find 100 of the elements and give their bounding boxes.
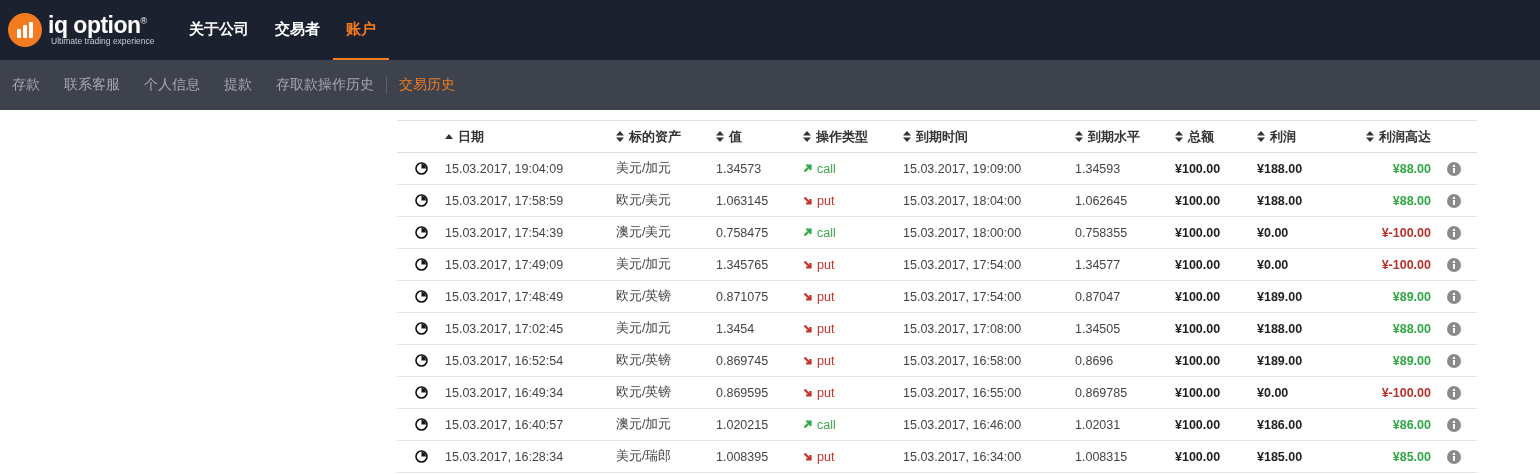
table-cell-text: 1.008315 — [1075, 449, 1129, 464]
table-cell-text: 15.03.2017, 17:48:49 — [445, 289, 565, 304]
trade-type: put — [817, 321, 835, 336]
table-cell-text: ¥0.00 — [1257, 385, 1290, 400]
table-cell-text: 15.03.2017, 16:55:00 — [903, 385, 1023, 400]
table-cell-text: ¥-100.00 — [1380, 225, 1431, 240]
table-cell-text: ¥100.00 — [1175, 161, 1222, 176]
trade-type: put — [817, 449, 835, 464]
table-cell-text: ¥188.00 — [1257, 161, 1304, 176]
table-cell-text: 美元/加元 — [616, 320, 673, 337]
info-icon[interactable] — [1447, 417, 1461, 432]
table-cell-text: 美元/瑞郎 — [616, 448, 673, 465]
table-cell-text: 美元/加元 — [616, 256, 673, 273]
sub-nav-tab[interactable]: 个人信息 — [132, 76, 212, 94]
column-header[interactable]: 操作类型 — [816, 127, 868, 146]
clock-icon — [414, 450, 428, 463]
table-cell-text: ¥88.00 — [1391, 321, 1431, 336]
info-icon[interactable] — [1447, 353, 1461, 368]
table-cell-text: 15.03.2017, 17:54:00 — [903, 289, 1023, 304]
sub-nav-tab[interactable]: 联系客服 — [52, 76, 132, 94]
column-header[interactable]: 值 — [729, 127, 742, 146]
table-cell-text: 15.03.2017, 17:49:09 — [445, 257, 565, 272]
clock-icon — [414, 322, 428, 335]
table-cell-text: ¥100.00 — [1175, 289, 1222, 304]
table-cell-text: 欧元/美元 — [616, 192, 673, 209]
table-cell-text: ¥88.00 — [1391, 193, 1431, 208]
table-cell-text: 15.03.2017, 16:58:00 — [903, 353, 1023, 368]
clock-icon — [414, 258, 428, 271]
table-cell-text: 0.87047 — [1075, 289, 1122, 304]
trade-type: call — [817, 161, 836, 176]
table-cell-text: ¥189.00 — [1257, 353, 1304, 368]
info-icon[interactable] — [1447, 289, 1461, 304]
table-cell-text: ¥100.00 — [1175, 193, 1222, 208]
info-icon[interactable] — [1447, 225, 1461, 240]
table-cell-text: ¥88.00 — [1391, 161, 1431, 176]
table-cell-text: ¥189.00 — [1257, 289, 1304, 304]
column-header[interactable]: 标的资产 — [629, 127, 681, 146]
info-icon[interactable] — [1447, 193, 1461, 208]
trade-type: call — [817, 417, 836, 432]
sub-nav-tab[interactable]: 存款 — [0, 76, 52, 94]
table-cell-text: 1.02031 — [1075, 417, 1122, 432]
table-cell-text: ¥185.00 — [1257, 449, 1304, 464]
table-cell-text: 0.869595 — [716, 385, 770, 400]
info-icon[interactable] — [1447, 161, 1461, 176]
table-cell-text: ¥85.00 — [1391, 449, 1431, 464]
clock-icon — [414, 290, 428, 303]
table-cell-text: ¥0.00 — [1257, 257, 1290, 272]
table-cell-text: ¥89.00 — [1391, 289, 1431, 304]
trade-type: put — [817, 289, 835, 304]
info-icon[interactable] — [1447, 321, 1461, 336]
table-cell-text: 澳元/美元 — [616, 224, 673, 241]
table-cell-text: 15.03.2017, 16:46:00 — [903, 417, 1023, 432]
table-cell-text: ¥100.00 — [1175, 257, 1222, 272]
clock-icon — [414, 226, 428, 239]
table-cell-text: 15.03.2017, 16:52:54 — [445, 353, 565, 368]
table-cell-text: 1.020215 — [716, 417, 770, 432]
table-cell-text: ¥-100.00 — [1380, 385, 1431, 400]
trade-type: put — [817, 257, 835, 272]
table-cell-text: 1.34573 — [716, 161, 763, 176]
column-header[interactable]: 到期时间 — [916, 127, 968, 146]
table-cell-text: ¥100.00 — [1175, 353, 1222, 368]
column-header[interactable]: 利润高达 — [1379, 127, 1431, 146]
info-icon[interactable] — [1447, 385, 1461, 400]
table-cell-text: ¥0.00 — [1257, 225, 1290, 240]
column-header[interactable]: 利润 — [1270, 127, 1296, 146]
main-nav-tab[interactable]: 关于公司 — [176, 0, 263, 60]
table-cell-text: 1.34577 — [1075, 257, 1122, 272]
table-cell-text: 15.03.2017, 18:00:00 — [903, 225, 1023, 240]
table-cell-text: 0.758355 — [1075, 225, 1129, 240]
sub-nav-tab[interactable]: 提款 — [212, 76, 264, 94]
table-cell-text: 0.869745 — [716, 353, 770, 368]
column-header[interactable]: 总额 — [1188, 127, 1214, 146]
table-cell-text: ¥100.00 — [1175, 225, 1222, 240]
info-icon[interactable] — [1447, 449, 1461, 464]
table-cell-text: ¥-100.00 — [1380, 257, 1431, 272]
info-icon[interactable] — [1447, 257, 1461, 272]
table-cell-text: 1.3454 — [716, 321, 756, 336]
column-header[interactable]: 到期水平 — [1088, 127, 1140, 146]
clock-icon — [414, 386, 428, 399]
clock-icon — [414, 354, 428, 367]
sub-nav-tab[interactable]: 存取款操作历史 — [264, 76, 386, 94]
table-cell-text: 1.34593 — [1075, 161, 1122, 176]
table-cell-text: 0.758475 — [716, 225, 770, 240]
table-cell-text: 1.345765 — [716, 257, 770, 272]
table-cell-text: ¥100.00 — [1175, 321, 1222, 336]
table-cell-text: 欧元/英镑 — [616, 384, 673, 401]
table-cell-text: 0.869785 — [1075, 385, 1129, 400]
table-cell-text: 15.03.2017, 17:08:00 — [903, 321, 1023, 336]
table-cell-text: 欧元/英镑 — [616, 288, 673, 305]
table-cell-text: 15.03.2017, 17:02:45 — [445, 321, 565, 336]
column-header[interactable]: 日期 — [458, 127, 484, 146]
bar-chart-logo-icon — [8, 13, 42, 47]
sub-nav-tab[interactable]: 交易历史 — [387, 76, 467, 94]
clock-icon — [414, 418, 428, 431]
table-cell-text: ¥100.00 — [1175, 449, 1222, 464]
clock-icon — [414, 194, 428, 207]
table-cell-text: 澳元/加元 — [616, 416, 673, 433]
table-cell-text: 0.871075 — [716, 289, 770, 304]
clock-icon — [414, 162, 428, 175]
main-nav-tab[interactable]: 交易者 — [262, 0, 334, 60]
